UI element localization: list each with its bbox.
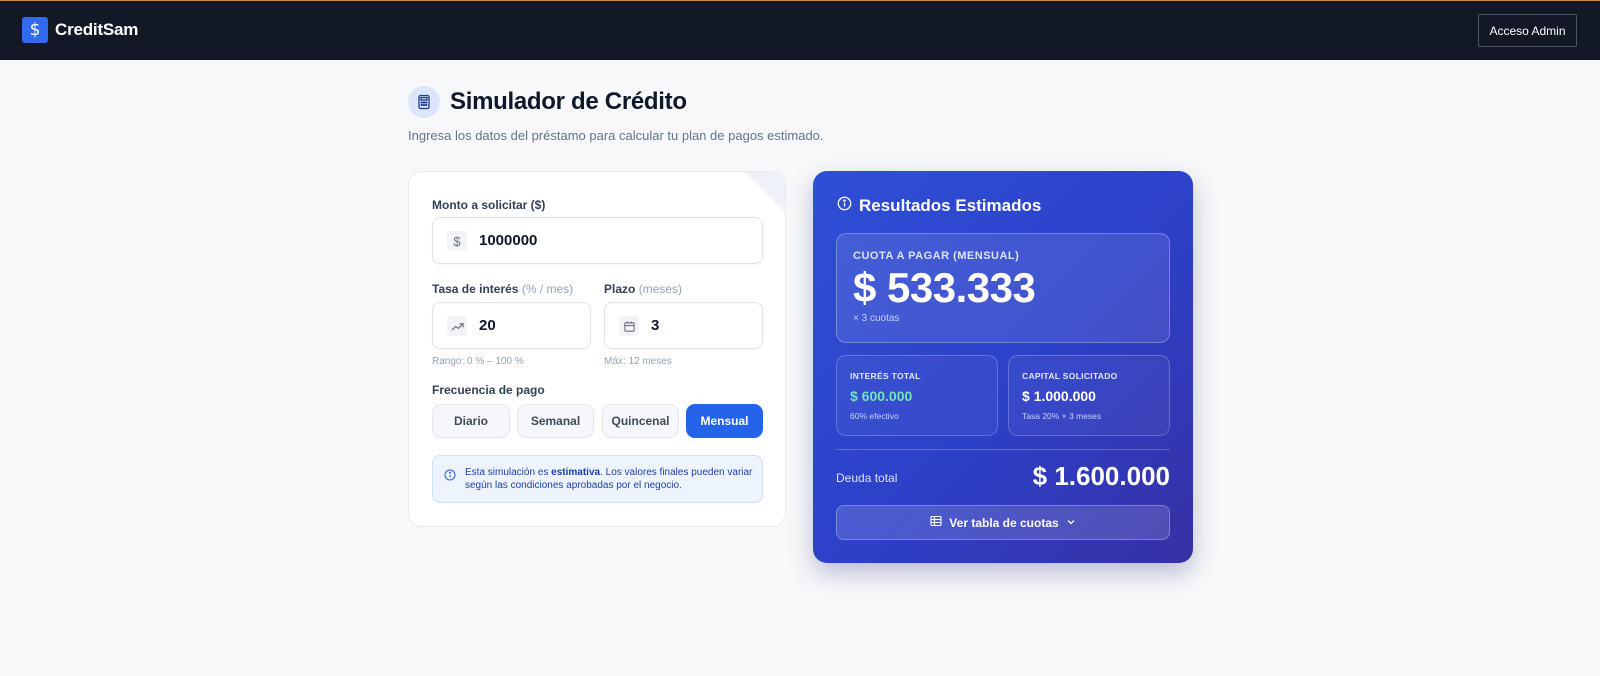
view-installments-button[interactable]: Ver tabla de cuotas [836,505,1170,540]
rate-hint: Rango: 0 % – 100 % [432,356,524,367]
page-subtitle: Ingresa los datos del préstamo para calc… [408,128,824,143]
capital-sub: Tasa 20% × 3 meses [1022,411,1102,421]
total-interest-box: INTERÉS TOTAL $ 600.000 60% efectivo [836,355,998,436]
note-prefix: Esta simulación es [465,467,552,478]
monthly-quota-box: CUOTA A PAGAR (MENSUAL) $ 533.333 × 3 cu… [836,233,1170,343]
interest-sub: 60% efectivo [850,411,899,421]
term-label: Plazo (meses) [604,282,682,296]
loan-form-card: Monto a solicitar ($) $ 1000000 Tasa de … [408,171,786,527]
page-heading: Simulador de Crédito [408,86,687,118]
capital-label: CAPITAL SOLICITADO [1022,371,1118,381]
term-value: 3 [651,317,660,334]
quota-count: × 3 cuotas [853,313,900,324]
note-bold: estimativa [551,467,601,478]
results-divider [836,449,1170,450]
chevron-down-icon [1066,516,1076,530]
top-navbar: $ CreditSam Acceso Admin [0,0,1600,60]
rate-label: Tasa de interés (% / mes) [432,282,573,296]
term-hint: Máx: 12 meses [604,356,672,367]
amount-label: Monto a solicitar ($) [432,198,546,212]
brand-name: CreditSam [55,20,139,39]
trending-up-icon [447,316,467,336]
quota-value: $ 533.333 [853,264,1036,311]
estimate-note: Esta simulación es estimativa. Los valor… [432,455,763,503]
frequency-option-quincenal[interactable]: Quincenal [602,404,679,438]
frequency-option-semanal[interactable]: Semanal [517,404,594,438]
total-debt-label: Deuda total [836,471,898,485]
capital-requested-box: CAPITAL SOLICITADO $ 1.000.000 Tasa 20% … [1008,355,1170,436]
calendar-icon [619,316,639,336]
capital-value: $ 1.000.000 [1022,388,1096,404]
rate-input[interactable]: 20 [432,302,591,349]
page-title: Simulador de Crédito [450,88,687,115]
term-label-text: Plazo [604,282,636,296]
frequency-option-mensual[interactable]: Mensual [686,404,763,438]
term-unit: (meses) [638,282,683,296]
dollar-icon: $ [447,231,467,251]
table-icon [930,515,942,530]
results-card: Resultados Estimados CUOTA A PAGAR (MENS… [813,171,1193,563]
frequency-option-diario[interactable]: Diario [432,404,510,438]
results-title-text: Resultados Estimados [859,196,1042,215]
quota-label: CUOTA A PAGAR (MENSUAL) [853,250,1020,262]
frequency-label: Frecuencia de pago [432,383,545,397]
info-icon [837,196,852,216]
total-debt-value: $ 1.600.000 [1032,461,1170,491]
estimate-note-text: Esta simulación es estimativa. Los valor… [465,466,755,492]
rate-label-text: Tasa de interés [432,282,519,296]
calculator-icon [408,86,440,118]
admin-access-button[interactable]: Acceso Admin [1478,14,1577,47]
brand[interactable]: $ CreditSam [22,17,138,43]
interest-value: $ 600.000 [850,388,913,404]
card-corner-decoration [745,172,785,212]
info-icon [444,468,456,486]
rate-unit: (% / mes) [521,282,574,296]
amount-value: 1000000 [479,232,538,249]
interest-label: INTERÉS TOTAL [850,371,921,381]
dollar-logo-icon: $ [22,17,48,43]
rate-value: 20 [479,317,496,334]
amount-input[interactable]: $ 1000000 [432,217,763,264]
term-input[interactable]: 3 [604,302,763,349]
view-installments-label: Ver tabla de cuotas [949,515,1059,530]
results-title: Resultados Estimados [837,196,1041,216]
